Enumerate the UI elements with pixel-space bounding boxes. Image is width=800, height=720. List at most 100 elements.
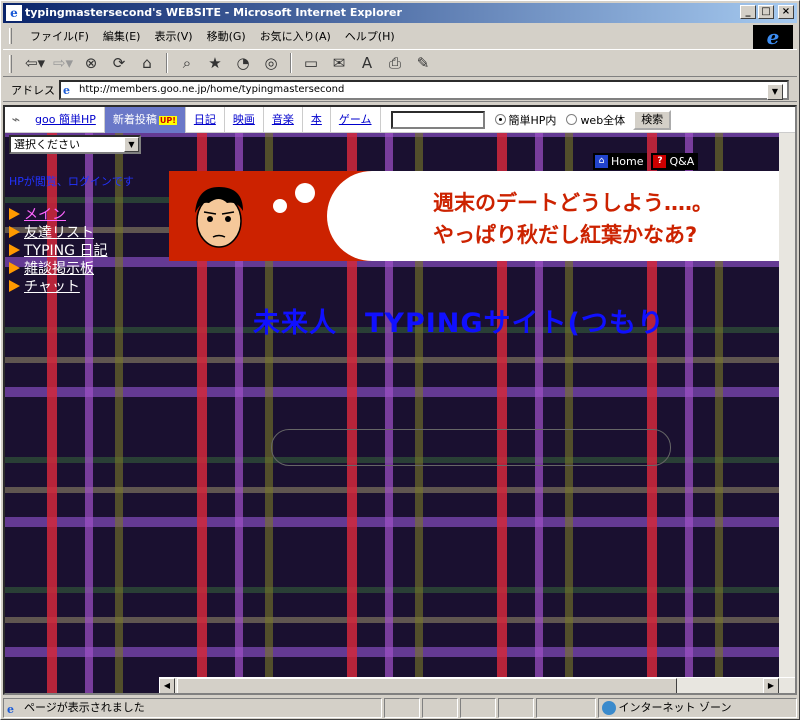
home-link[interactable]: ⌂ Home xyxy=(593,153,648,170)
page-select-value: 選択ください xyxy=(14,138,80,151)
horizontal-scrollbar[interactable]: ◀ ▶ xyxy=(159,677,795,693)
status-bar: e ページが表示されました インターネット ゾーン xyxy=(3,698,797,718)
menu-favorites[interactable]: お気に入り(A) xyxy=(253,28,338,44)
goo-music-link[interactable]: 音楽 xyxy=(264,107,303,133)
status-message-panel: e ページが表示されました xyxy=(3,698,382,718)
arrow-right-icon xyxy=(9,262,20,274)
qa-link[interactable]: ? Q&A xyxy=(651,153,699,170)
nav-chat-label: チャット xyxy=(24,279,80,295)
globe-icon xyxy=(601,701,616,715)
close-button[interactable]: × xyxy=(778,5,794,19)
address-input[interactable]: e http://members.goo.ne.jp/home/typingma… xyxy=(59,79,789,100)
history-icon[interactable]: ◔ xyxy=(231,52,255,74)
menu-file[interactable]: ファイル(F) xyxy=(23,28,96,44)
toolbar-grip[interactable] xyxy=(9,28,12,44)
scrollbar-thumb[interactable] xyxy=(177,678,677,693)
goo-new-posts-label: 新着投稿 xyxy=(112,112,157,126)
maximize-button[interactable]: □ xyxy=(758,5,774,19)
status-panel xyxy=(421,698,458,718)
back-icon[interactable]: ⇦▾ xyxy=(23,52,47,74)
stop-icon[interactable]: ⊗ xyxy=(79,52,103,74)
radio-web-all[interactable]: web全体 xyxy=(566,112,625,128)
nav-typing-diary[interactable]: TYPING 日記 xyxy=(9,241,107,259)
qa-link-label: Q&A xyxy=(669,155,695,168)
ie-page-icon: e xyxy=(6,5,22,21)
thought-bubble-large xyxy=(295,183,315,203)
goo-toolbar: ⌁ goo 簡単HP 新着投稿 UP! 日記 映画 音楽 本 ゲーム 簡単HP内 … xyxy=(5,107,795,133)
radio-dot-selected xyxy=(494,114,506,125)
page-icon: e xyxy=(7,703,14,716)
home-links: ⌂ Home ? Q&A xyxy=(593,153,699,170)
address-label: アドレス xyxy=(11,83,55,97)
up-badge: UP! xyxy=(158,115,177,125)
nav-friends[interactable]: 友達リスト xyxy=(9,223,107,241)
font-icon[interactable]: A xyxy=(355,52,379,74)
zone-label: インターネット ゾーン xyxy=(618,701,732,714)
toolbar: ⇦▾ ⇨▾ ⊗ ⟳ ⌂ ⌕ ★ ◔ ◎ ▭ ✉ A ⎙ ✎ xyxy=(3,49,797,77)
status-panel xyxy=(459,698,496,718)
goo-search-input[interactable] xyxy=(390,110,485,129)
ad-banner[interactable]: 週末のデートどうしよう‥‥。 やっぱり秋だし紅葉かなあ? xyxy=(169,171,795,261)
status-panel xyxy=(383,698,420,718)
title-bar: e typingmastersecond's WEBSITE - Microso… xyxy=(3,3,797,23)
window-controls: _ □ × xyxy=(740,5,794,19)
rounded-box xyxy=(271,429,671,466)
print-icon[interactable]: ⎙ xyxy=(383,52,407,74)
goo-diary-link[interactable]: 日記 xyxy=(186,107,225,133)
goo-new-posts-link[interactable]: 新着投稿 UP! xyxy=(104,107,186,133)
menu-go[interactable]: 移動(G) xyxy=(200,28,253,44)
hp-notice: HPが閲覧、ログインです xyxy=(9,175,134,188)
toolbar-separator xyxy=(166,53,168,73)
status-panel xyxy=(497,698,534,718)
fullscreen-icon[interactable]: ▭ xyxy=(299,52,323,74)
goo-game-link[interactable]: ゲーム xyxy=(331,107,381,133)
site-title: 未来人 TYPINGサイト(つもり xyxy=(253,308,665,339)
status-message: ページが表示されました xyxy=(24,701,145,714)
nav-chat[interactable]: チャット xyxy=(9,277,107,295)
vertical-scrollbar[interactable] xyxy=(779,133,795,681)
minimize-button[interactable]: _ xyxy=(740,5,756,19)
radio-simple-hp[interactable]: 簡単HP内 xyxy=(494,112,556,128)
page-icon: e xyxy=(63,83,70,97)
scroll-left-icon[interactable]: ◀ xyxy=(159,678,175,693)
nav-typing-diary-label: TYPING 日記 xyxy=(24,243,108,259)
favorites-icon[interactable]: ★ xyxy=(203,52,227,74)
window-title: typingmastersecond's WEBSITE - Microsoft… xyxy=(25,6,402,19)
goo-movie-link[interactable]: 映画 xyxy=(225,107,264,133)
menu-help[interactable]: ヘルプ(H) xyxy=(338,28,402,44)
channels-icon[interactable]: ◎ xyxy=(259,52,283,74)
goo-home-link[interactable]: goo 簡単HP xyxy=(27,107,105,133)
status-panel xyxy=(535,698,596,718)
search-button[interactable]: 検索 xyxy=(633,109,672,130)
radio-web-all-label: web全体 xyxy=(580,113,626,127)
search-icon[interactable]: ⌕ xyxy=(175,52,199,74)
arrow-right-icon xyxy=(9,244,20,256)
thought-bubble-small xyxy=(273,199,287,213)
arrow-right-icon xyxy=(9,280,20,292)
menu-view[interactable]: 表示(V) xyxy=(147,28,199,44)
home-link-label: Home xyxy=(611,155,644,168)
arrow-right-icon xyxy=(9,208,20,220)
nav-main-label: メイン xyxy=(24,207,66,223)
plaid-background: 選択ください ▼ HPが閲覧、ログインです メイン 友達リスト TYPING 日… xyxy=(5,133,795,693)
scroll-right-icon[interactable]: ▶ xyxy=(763,678,779,693)
question-icon: ? xyxy=(653,155,667,168)
nav-bbs[interactable]: 雑談掲示板 xyxy=(9,259,107,277)
forward-icon[interactable]: ⇨▾ xyxy=(51,52,75,74)
toolbar-grip[interactable] xyxy=(9,55,12,73)
home-icon: ⌂ xyxy=(595,155,608,168)
goo-book-link[interactable]: 本 xyxy=(303,107,331,133)
refresh-icon[interactable]: ⟳ xyxy=(107,52,131,74)
menu-edit[interactable]: 編集(E) xyxy=(96,28,148,44)
address-url: http://members.goo.ne.jp/home/typingmast… xyxy=(79,83,345,95)
chevron-down-icon[interactable]: ▼ xyxy=(124,137,139,152)
toolbar-separator xyxy=(290,53,292,73)
nav-main[interactable]: メイン xyxy=(9,205,107,223)
home-icon[interactable]: ⌂ xyxy=(135,52,159,74)
mail-icon[interactable]: ✉ xyxy=(327,52,351,74)
edit-icon[interactable]: ✎ xyxy=(411,52,435,74)
page-select[interactable]: 選択ください ▼ xyxy=(9,135,141,154)
page-content: ⌁ goo 簡単HP 新着投稿 UP! 日記 映画 音楽 本 ゲーム 簡単HP内 … xyxy=(3,105,797,695)
chevron-down-icon[interactable]: ▼ xyxy=(767,83,783,100)
banner-text-line2: やっぱり秋だし紅葉かなあ? xyxy=(433,223,698,247)
